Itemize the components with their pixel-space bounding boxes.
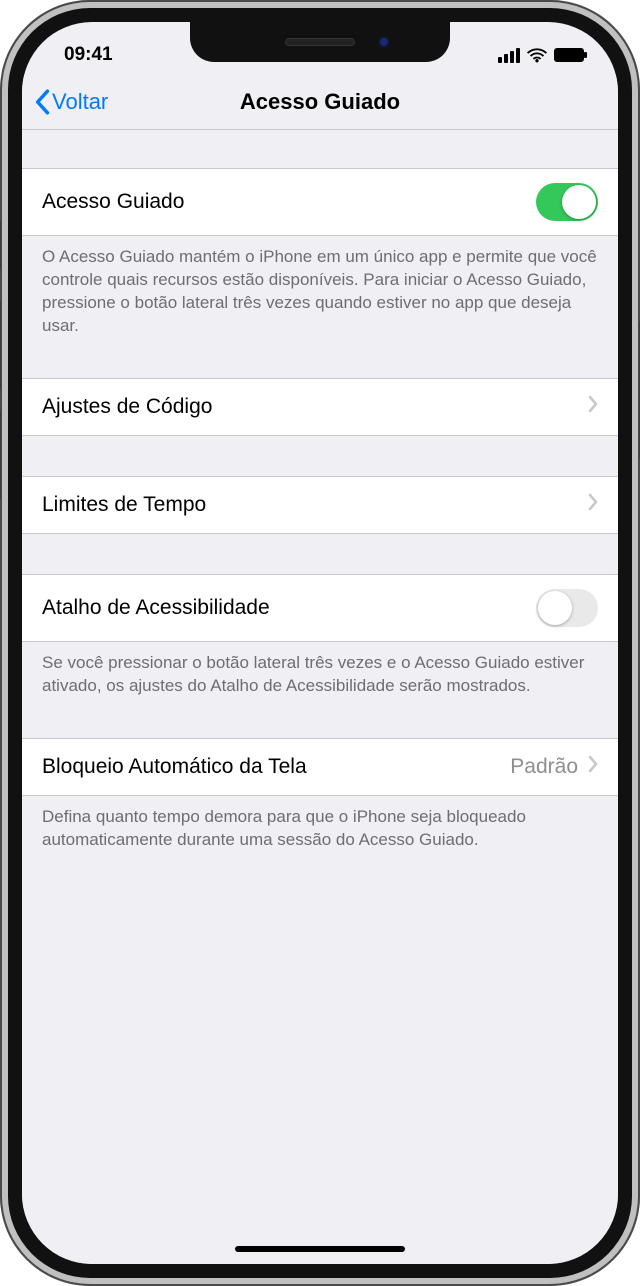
nav-title: Acesso Guiado [240,89,400,115]
row-passcode-settings[interactable]: Ajustes de Código [22,378,618,436]
volume-up-button [0,300,1,390]
auto-lock-footer: Defina quanto tempo demora para que o iP… [22,796,618,852]
accessibility-shortcut-toggle[interactable] [536,589,598,627]
cellular-signal-icon [498,48,520,63]
device-frame: 09:41 Voltar Acesso Guiado [0,0,640,1286]
guided-access-toggle[interactable] [536,183,598,221]
row-label: Limites de Tempo [42,493,206,517]
status-right [498,48,584,63]
screen: 09:41 Voltar Acesso Guiado [22,22,618,1264]
mute-switch [0,220,1,270]
row-label: Ajustes de Código [42,395,212,419]
status-time: 09:41 [64,44,113,66]
row-time-limits[interactable]: Limites de Tempo [22,476,618,534]
notch [190,22,450,62]
content: Acesso Guiado O Acesso Guiado mantém o i… [22,130,618,1264]
group-accessibility-shortcut: Atalho de Acessibilidade Se você pressio… [22,574,618,698]
back-label: Voltar [52,89,108,115]
row-auto-lock[interactable]: Bloqueio Automático da Tela Padrão [22,738,618,796]
row-guided-access-toggle[interactable]: Acesso Guiado [22,168,618,236]
row-accessibility-shortcut[interactable]: Atalho de Acessibilidade [22,574,618,642]
chevron-right-icon [588,395,598,419]
chevron-right-icon [588,755,598,779]
group-time-limits: Limites de Tempo [22,476,618,534]
group-passcode: Ajustes de Código [22,378,618,436]
home-indicator[interactable] [235,1246,405,1252]
front-camera [378,36,390,48]
speaker-grill [285,38,355,46]
accessibility-shortcut-footer: Se você pressionar o botão lateral três … [22,642,618,698]
back-button[interactable]: Voltar [34,89,108,115]
wifi-icon [527,48,547,63]
volume-down-button [0,410,1,500]
chevron-right-icon [588,493,598,517]
auto-lock-value: Padrão [510,755,578,779]
row-label: Bloqueio Automático da Tela [42,755,307,779]
group-auto-lock: Bloqueio Automático da Tela Padrão Defin… [22,738,618,852]
row-label: Atalho de Acessibilidade [42,596,270,620]
chevron-left-icon [34,89,50,115]
battery-icon [554,48,584,62]
group-guided-access: Acesso Guiado O Acesso Guiado mantém o i… [22,168,618,338]
nav-bar: Voltar Acesso Guiado [22,74,618,130]
guided-access-footer: O Acesso Guiado mantém o iPhone em um ún… [22,236,618,338]
row-label: Acesso Guiado [42,190,184,214]
